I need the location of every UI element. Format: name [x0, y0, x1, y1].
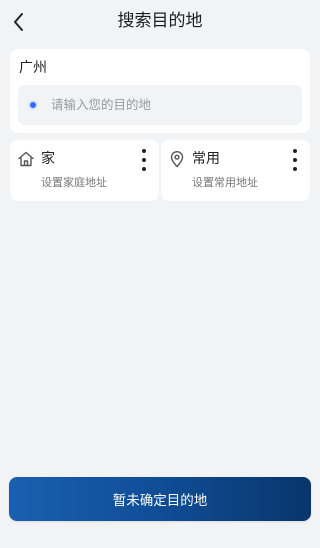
city-selector[interactable]: 广州 [19, 59, 47, 77]
home-address-card[interactable]: 家 设置家庭地址 [10, 140, 159, 201]
page-title: 搜索目的地 [117, 11, 203, 31]
frequent-subtitle: 设置常用地址 [192, 176, 258, 189]
home-icon [18, 151, 34, 167]
confirm-destination-button[interactable]: 暂未确定目的地 [9, 477, 311, 521]
home-subtitle: 设置家庭地址 [41, 176, 107, 189]
destination-input[interactable]: 请输入您的目的地 [18, 85, 302, 125]
frequent-title: 常用 [192, 151, 220, 167]
frequent-address-card[interactable]: 常用 设置常用地址 [161, 140, 310, 201]
destination-placeholder: 请输入您的目的地 [51, 97, 152, 112]
home-title: 家 [41, 151, 55, 167]
location-pin-icon [170, 151, 184, 168]
search-card: 广州 请输入您的目的地 [10, 49, 310, 133]
frequent-more-button[interactable] [290, 149, 300, 171]
header-bar: 搜索目的地 [0, 0, 320, 44]
quick-address-row: 家 设置家庭地址 常用 设置常用地址 [10, 140, 310, 201]
destination-dot-icon [28, 100, 38, 110]
home-more-button[interactable] [139, 149, 149, 171]
